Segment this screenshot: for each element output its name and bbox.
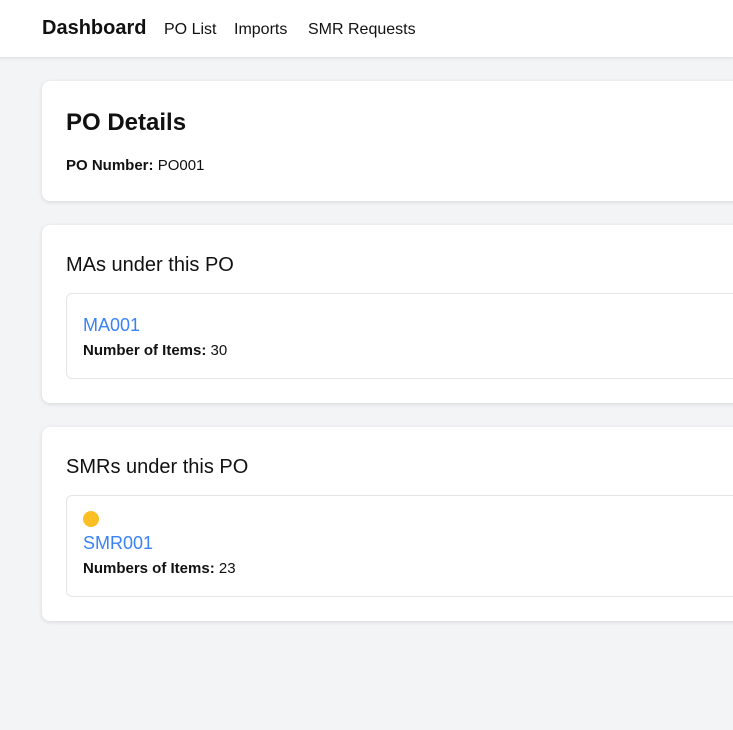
po-number-label: PO Number: <box>66 157 154 174</box>
mas-card: MAs under this PO MA001 Number of Items:… <box>42 225 733 403</box>
po-details-title: PO Details <box>66 109 187 136</box>
ma-item-count-row: Number of Items: 30 <box>83 342 227 360</box>
ma-item: MA001 Number of Items: 30 <box>66 293 733 379</box>
ma-item-count-label: Number of Items: <box>83 342 207 359</box>
status-dot-icon <box>83 511 99 527</box>
nav-link-imports[interactable]: Imports <box>234 20 287 40</box>
dashboard-link[interactable]: Dashboard <box>42 16 146 40</box>
po-number-value: PO001 <box>157 157 205 174</box>
po-details-card: PO Details PO Number: PO001 <box>42 81 733 201</box>
smrs-card: SMRs under this PO SMR001 Numbers of Ite… <box>42 427 733 621</box>
ma-item-count-value: 30 <box>210 342 228 359</box>
smr-item-count-value: 23 <box>218 560 236 577</box>
nav-link-po-list[interactable]: PO List <box>164 20 216 40</box>
ma-link[interactable]: MA001 <box>83 314 140 336</box>
mas-section-title: MAs under this PO <box>66 254 234 276</box>
smr-item-count-label: Numbers of Items: <box>83 560 215 577</box>
po-number-row: PO Number: PO001 <box>66 157 204 175</box>
smr-item-count-row: Numbers of Items: 23 <box>83 560 236 578</box>
top-navbar: Dashboard PO List Imports SMR Requests <box>0 0 733 58</box>
smr-item: SMR001 Numbers of Items: 23 <box>66 495 733 597</box>
nav-link-smr-requests[interactable]: SMR Requests <box>308 20 416 40</box>
smr-link[interactable]: SMR001 <box>83 532 153 554</box>
smrs-section-title: SMRs under this PO <box>66 456 249 478</box>
